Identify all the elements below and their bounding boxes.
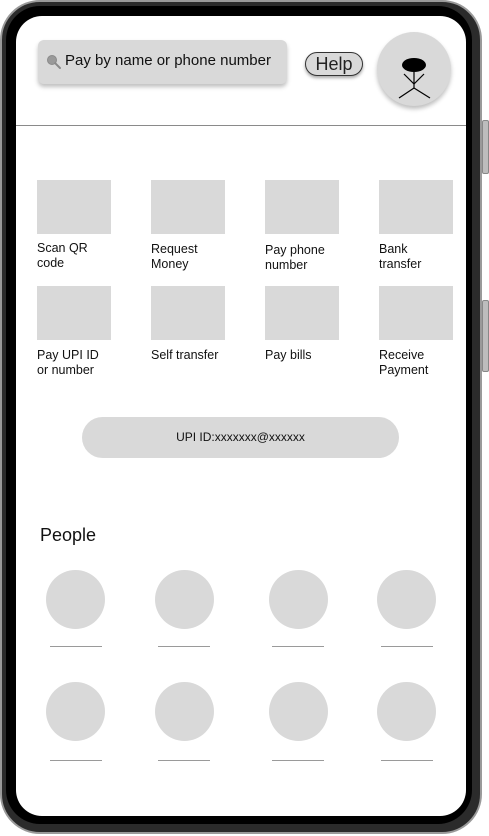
person-name-placeholder [272, 646, 324, 647]
side-button-bottom [482, 300, 489, 372]
person-avatar[interactable] [155, 682, 214, 741]
phone-screen: Pay by name or phone number Help Scan QR… [16, 16, 466, 816]
action-label: Self transfer [151, 348, 219, 362]
person-avatar[interactable] [46, 682, 105, 741]
action-label: Pay phone number [265, 243, 325, 272]
action-label: Pay bills [265, 348, 312, 362]
action-label: Pay UPI ID or number [37, 348, 99, 377]
scan-qr-icon[interactable] [37, 180, 111, 234]
profile-avatar[interactable] [377, 32, 451, 106]
header-divider [16, 125, 466, 126]
search-icon [46, 54, 62, 70]
person-name-placeholder [381, 646, 433, 647]
person-name-placeholder [50, 760, 102, 761]
person-avatar[interactable] [155, 570, 214, 629]
bank-icon[interactable] [379, 180, 453, 234]
help-button[interactable]: Help [305, 52, 363, 76]
self-transfer-icon[interactable] [151, 286, 225, 340]
upi-icon[interactable] [37, 286, 111, 340]
bill-icon[interactable] [265, 286, 339, 340]
person-avatar[interactable] [377, 570, 436, 629]
request-money-icon[interactable] [151, 180, 225, 234]
person-name-placeholder [50, 646, 102, 647]
action-label: Receive Payment [379, 348, 429, 377]
person-avatar[interactable] [269, 570, 328, 629]
person-name-placeholder [158, 646, 210, 647]
people-section-title: People [40, 525, 97, 545]
search-placeholder: Pay by name or phone number [65, 52, 271, 69]
person-name-placeholder [158, 760, 210, 761]
side-button-top [482, 120, 489, 174]
action-label: Bank transfer [379, 242, 422, 271]
receive-icon[interactable] [379, 286, 453, 340]
upi-id-badge[interactable]: UPI ID:xxxxxxx@xxxxxx [82, 417, 399, 458]
user-stick-figure-icon [398, 58, 431, 99]
action-label: Request Money [151, 242, 198, 271]
phone-icon[interactable] [265, 180, 339, 234]
search-bar[interactable]: Pay by name or phone number [38, 40, 287, 84]
person-avatar[interactable] [269, 682, 328, 741]
person-avatar[interactable] [377, 682, 436, 741]
action-label: Scan QR code [37, 241, 88, 270]
person-name-placeholder [381, 760, 433, 761]
person-avatar[interactable] [46, 570, 105, 629]
person-name-placeholder [272, 760, 324, 761]
